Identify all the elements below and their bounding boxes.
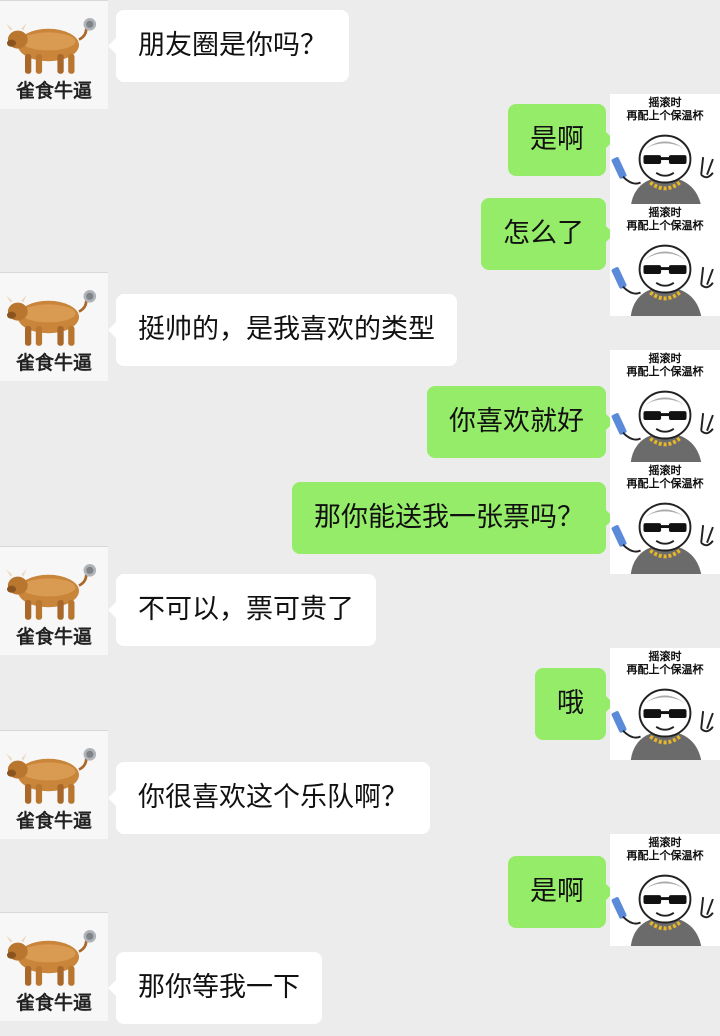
sunglasses-meme-icon [610,228,720,316]
ox-icon [2,281,102,353]
contact-name-label: 雀食牛逼 [15,352,92,374]
self-avatar[interactable]: 摇滚时 再配上个保温杯 [610,94,720,206]
ox-icon [2,739,102,811]
contact-avatar[interactable]: 雀食牛逼 [0,0,108,109]
ox-icon [2,9,102,81]
sticker-caption: 摇滚时 [648,464,682,477]
message-bubble[interactable]: 哦 [535,668,614,740]
sunglasses-meme-icon [610,858,720,946]
message-bubble[interactable]: 是啊 [508,856,614,928]
message-bubble[interactable]: 不可以，票可贵了 [108,574,376,646]
message-bubble[interactable]: 你很喜欢这个乐队啊？ [108,762,430,834]
ox-icon [2,555,102,627]
ox-icon [2,921,102,993]
sunglasses-meme-icon [610,672,720,760]
message-bubble[interactable]: 怎么了 [481,198,614,270]
self-avatar[interactable]: 摇滚时 再配上个保温杯 [610,350,720,462]
contact-avatar[interactable]: 雀食牛逼 [0,730,108,839]
contact-avatar[interactable]: 雀食牛逼 [0,912,108,1021]
sunglasses-meme-icon [610,374,720,462]
sunglasses-meme-icon [610,118,720,206]
contact-avatar[interactable]: 雀食牛逼 [0,546,108,655]
contact-name-label: 雀食牛逼 [15,80,92,102]
contact-avatar[interactable]: 雀食牛逼 [0,272,108,381]
contact-name-label: 雀食牛逼 [15,626,92,648]
sticker-caption: 摇滚时 [648,206,682,219]
sticker-caption: 摇滚时 [648,650,682,663]
message-bubble[interactable]: 是啊 [508,104,614,176]
self-avatar[interactable]: 摇滚时 再配上个保温杯 [610,834,720,946]
contact-name-label: 雀食牛逼 [15,810,92,832]
self-avatar[interactable]: 摇滚时 再配上个保温杯 [610,462,720,574]
contact-name-label: 雀食牛逼 [15,992,92,1014]
self-avatar[interactable]: 摇滚时 再配上个保温杯 [610,204,720,316]
message-bubble[interactable]: 挺帅的，是我喜欢的类型 [108,294,457,366]
sunglasses-meme-icon [610,486,720,574]
message-bubble[interactable]: 你喜欢就好 [427,386,614,458]
sticker-caption: 摇滚时 [648,352,682,365]
self-avatar[interactable]: 摇滚时 再配上个保温杯 [610,648,720,760]
message-bubble[interactable]: 那你能送我一张票吗？ [292,482,614,554]
sticker-caption: 摇滚时 [648,96,682,109]
message-bubble[interactable]: 那你等我一下 [108,952,322,1024]
message-bubble[interactable]: 朋友圈是你吗？ [108,10,349,82]
sticker-caption: 摇滚时 [648,836,682,849]
